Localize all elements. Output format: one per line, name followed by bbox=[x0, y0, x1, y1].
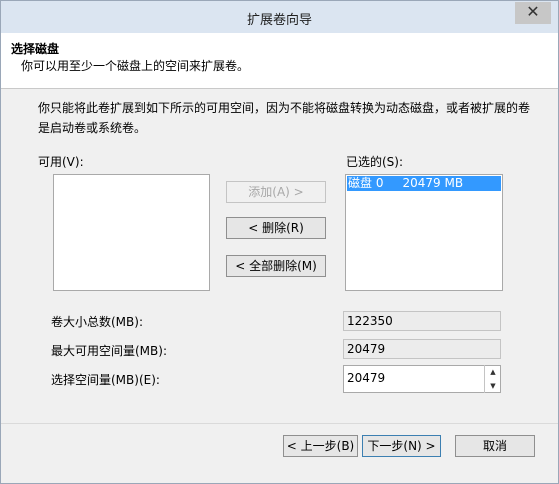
extend-volume-wizard-window: 扩展卷向导 ✕ 选择磁盘 你可以用至少一个磁盘上的空间来扩展卷。 你只能将此卷扩… bbox=[0, 0, 559, 484]
next-button[interactable]: 下一步(N) > bbox=[362, 435, 441, 457]
spin-down-icon[interactable]: ▼ bbox=[485, 379, 501, 393]
remove-all-button[interactable]: < 全部删除(M) bbox=[226, 255, 326, 277]
title-bar: 扩展卷向导 ✕ bbox=[1, 1, 558, 33]
description-line-2: 是启动卷或系统卷。 bbox=[38, 121, 147, 135]
selected-disk-item[interactable]: 磁盘 0 20479 MB bbox=[347, 176, 501, 191]
remove-button[interactable]: < 删除(R) bbox=[226, 217, 326, 239]
cancel-button[interactable]: 取消 bbox=[455, 435, 535, 457]
page-title: 选择磁盘 bbox=[11, 42, 60, 56]
select-space-label: 选择空间量(MB)(E): bbox=[51, 373, 160, 387]
window-title: 扩展卷向导 bbox=[246, 13, 312, 28]
space-spinner: ▲ ▼ bbox=[484, 365, 501, 393]
wizard-header: 选择磁盘 你可以用至少一个磁盘上的空间来扩展卷。 bbox=[1, 33, 558, 89]
close-icon: ✕ bbox=[526, 2, 540, 21]
selected-label: 已选的(S): bbox=[346, 155, 404, 169]
selected-disks-list[interactable]: 磁盘 0 20479 MB bbox=[345, 174, 503, 291]
description-text: 你只能将此卷扩展到如下所示的可用空间，因为不能将磁盘转换为动态磁盘，或者被扩展的… bbox=[38, 98, 538, 138]
total-size-label: 卷大小总数(MB): bbox=[51, 315, 143, 329]
description-line-1: 你只能将此卷扩展到如下所示的可用空间，因为不能将磁盘转换为动态磁盘，或者被扩展的… bbox=[38, 101, 531, 115]
max-space-label: 最大可用空间量(MB): bbox=[51, 344, 167, 358]
available-disks-list[interactable] bbox=[53, 174, 210, 291]
select-space-input[interactable]: 20479 bbox=[343, 365, 501, 393]
close-button[interactable]: ✕ bbox=[515, 2, 551, 24]
spin-up-icon[interactable]: ▲ bbox=[485, 365, 501, 379]
available-label: 可用(V): bbox=[38, 155, 84, 169]
max-space-field: 20479 bbox=[343, 339, 501, 359]
total-size-field: 122350 bbox=[343, 311, 501, 331]
back-button[interactable]: < 上一步(B) bbox=[283, 435, 358, 457]
footer-divider bbox=[1, 423, 558, 424]
page-subtitle: 你可以用至少一个磁盘上的空间来扩展卷。 bbox=[21, 59, 250, 73]
add-button[interactable]: 添加(A) > bbox=[226, 181, 326, 203]
